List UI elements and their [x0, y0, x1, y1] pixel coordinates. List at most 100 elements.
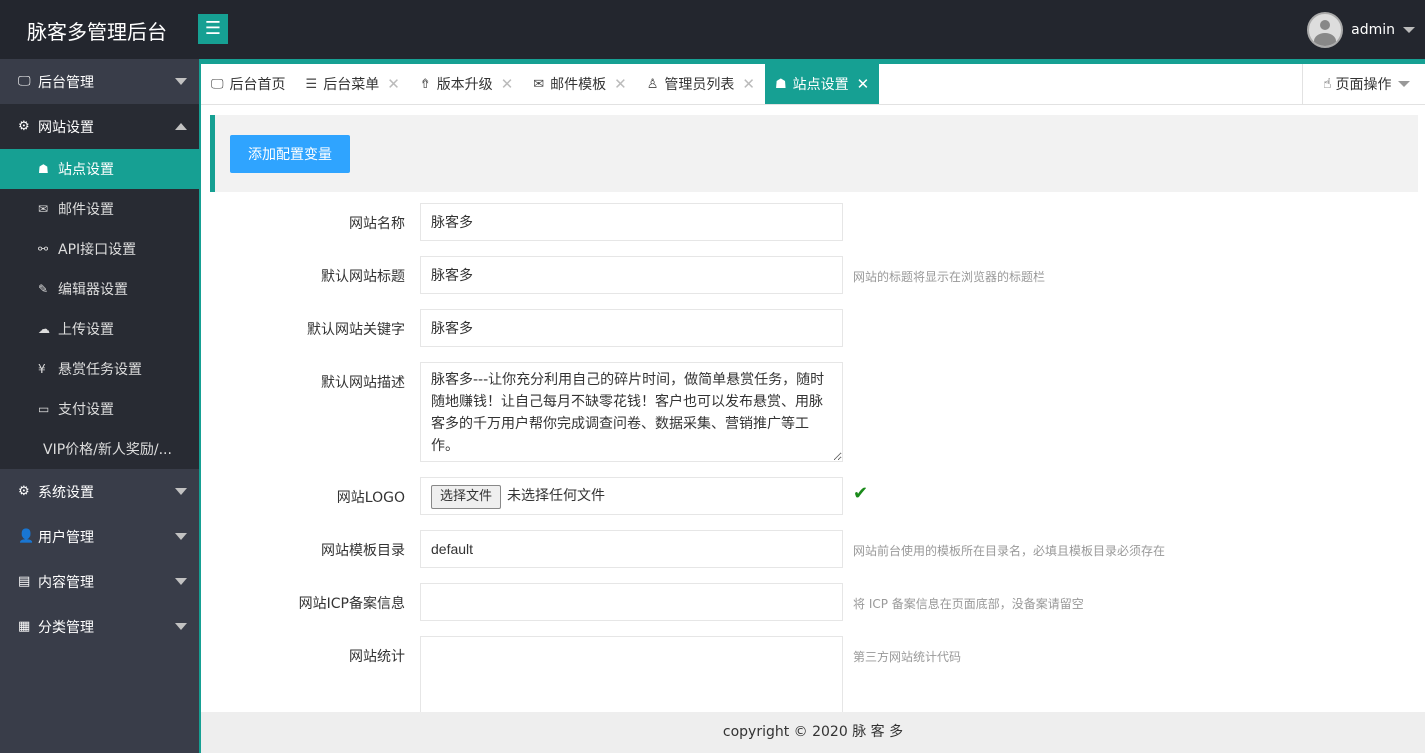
hand-pointer-icon: ☝	[1323, 76, 1332, 92]
sidebar-item-label: 用户管理	[38, 529, 94, 546]
app-title: 脉客多管理后台	[27, 20, 167, 44]
sidebar-item-upload[interactable]: ☁ 上传设置	[0, 309, 199, 349]
caret-up-icon	[175, 123, 187, 130]
tab-admin-list[interactable]: ♙ 管理员列表 ✕	[637, 64, 765, 104]
page-operations-dropdown[interactable]: ☝ 页面操作	[1302, 64, 1425, 104]
keywords-input[interactable]	[420, 309, 843, 347]
icp-input[interactable]	[420, 583, 843, 621]
site-name-input[interactable]	[420, 203, 843, 241]
label: 默认网站描述	[321, 375, 405, 391]
sidebar-item-label: 悬赏任务设置	[58, 362, 142, 378]
sidebar-item-label: API接口设置	[58, 242, 137, 258]
mail-icon: ✉	[533, 76, 545, 92]
label: 网站模板目录	[321, 543, 405, 559]
cloud-upload-icon: ☁	[38, 322, 50, 336]
close-icon[interactable]: ✕	[387, 75, 400, 93]
sidebar-item-label: 系统设置	[38, 484, 94, 501]
user-icon: ♙	[646, 76, 659, 92]
caret-down-icon	[175, 533, 187, 540]
sidebar-item-label: 上传设置	[58, 322, 114, 338]
upload-icon: ⇮	[419, 76, 431, 92]
caret-down-icon	[1397, 81, 1410, 87]
tab-site-settings[interactable]: ☗ 站点设置 ✕	[764, 64, 880, 104]
logo-file-input: 选择文件 未选择任何文件	[420, 477, 843, 515]
hamburger-icon[interactable]: ☰	[198, 14, 228, 44]
list-icon: ☰	[305, 76, 318, 92]
tab-upgrade[interactable]: ⇮ 版本升级 ✕	[410, 64, 523, 104]
hint: 网站前台使用的模板所在目录名，必填且模板目录必须存在	[853, 544, 1166, 558]
tab-label: 邮件模板	[550, 77, 607, 93]
yen-icon: ¥	[38, 362, 46, 376]
monitor-icon: 🖵	[211, 76, 224, 92]
tab-label: 版本升级	[436, 77, 493, 93]
sidebar-item-label: VIP价格/新人奖励/...	[43, 442, 172, 458]
caret-down-icon	[175, 78, 187, 85]
title-input[interactable]	[420, 256, 843, 294]
caret-down-icon	[175, 623, 187, 630]
sidebar-item-users[interactable]: 👤 用户管理	[0, 514, 199, 559]
tab-mail-template[interactable]: ✉ 邮件模板 ✕	[523, 64, 636, 104]
choose-file-button[interactable]: 选择文件	[431, 485, 502, 509]
label: 默认网站关键字	[307, 322, 405, 338]
sidebar-item-mail[interactable]: ✉ 邮件设置	[0, 189, 199, 229]
document-icon: ▤	[18, 574, 31, 589]
user-icon: 👤	[18, 529, 35, 544]
label: 默认网站标题	[321, 269, 405, 285]
footer: copyright © 2020 脉 客 多	[201, 712, 1425, 753]
sidebar-item-label: 编辑器设置	[58, 282, 128, 298]
hint: 将 ICP 备案信息在页面底部，没备案请留空	[853, 597, 1084, 611]
sidebar-item-system[interactable]: ⚙ 系统设置	[0, 469, 199, 514]
sidebar-item-label: 分类管理	[38, 619, 94, 636]
top-header: 脉客多管理后台 ☰ admin	[0, 0, 1425, 59]
sidebar: 🖵 后台管理 ⚙ 网站设置 ☗ 站点设置 ✉ 邮件设置 ⚯ API接口设置 ✎ 编辑器设置 …	[0, 59, 199, 753]
sidebar-item-site-settings[interactable]: ⚙ 网站设置	[0, 104, 199, 149]
tab-bar: 🖵 后台首页 ☰ 后台菜单 ✕ ⇮ 版本升级 ✕ ✉ 邮件模板 ✕ ♙ 管理员列表 ✕ ☗ 站点设置…	[201, 64, 1425, 105]
mail-icon: ✉	[38, 202, 49, 216]
sidebar-item-vip[interactable]: VIP价格/新人奖励/...	[0, 429, 199, 469]
tab-label: 后台首页	[229, 77, 286, 93]
sidebar-item-label: 后台管理	[38, 74, 94, 91]
sidebar-item-label: 站点设置	[58, 162, 114, 178]
file-status: 未选择任何文件	[507, 488, 605, 504]
sidebar-item-site[interactable]: ☗ 站点设置	[0, 149, 199, 189]
toolbar: 添加配置变量	[210, 115, 1418, 192]
tab-home[interactable]: 🖵 后台首页	[201, 64, 296, 104]
close-icon[interactable]: ✕	[614, 75, 627, 93]
monitor-icon: 🖵	[18, 74, 31, 89]
sidebar-item-category[interactable]: ▦ 分类管理	[0, 604, 199, 649]
add-config-variable-button[interactable]: 添加配置变量	[230, 135, 350, 173]
gear-icon: ⚙	[18, 484, 30, 499]
caret-down-icon	[1403, 27, 1415, 33]
wallet-icon: ▭	[38, 402, 50, 416]
hint: 网站的标题将显示在浏览器的标题栏	[853, 270, 1046, 284]
sidebar-item-api[interactable]: ⚯ API接口设置	[0, 229, 199, 269]
caret-down-icon	[175, 488, 187, 495]
page-op-label: 页面操作	[1335, 77, 1392, 93]
edit-icon: ✎	[38, 282, 49, 296]
username: admin	[1351, 22, 1395, 38]
sitemap-icon: ☗	[38, 162, 49, 176]
sidebar-item-editor[interactable]: ✎ 编辑器设置	[0, 269, 199, 309]
tab-menu[interactable]: ☰ 后台菜单 ✕	[296, 64, 410, 104]
sidebar-item-content[interactable]: ▤ 内容管理	[0, 559, 199, 604]
label: 网站ICP备案信息	[298, 596, 405, 612]
hint: 第三方网站统计代码	[853, 650, 962, 664]
sidebar-item-payment[interactable]: ▭ 支付设置	[0, 389, 199, 429]
sidebar-item-backend[interactable]: 🖵 后台管理	[0, 59, 199, 104]
label: 网站LOGO	[336, 490, 405, 506]
sidebar-item-reward-task[interactable]: ¥ 悬赏任务设置	[0, 349, 199, 389]
description-textarea[interactable]: 脉客多---让你充分利用自己的碎片时间，做简单悬赏任务，随时随地赚钱！让自己每月…	[420, 362, 843, 462]
sitemap-icon: ☗	[774, 76, 787, 92]
template-input[interactable]	[420, 530, 843, 568]
submenu: ☗ 站点设置 ✉ 邮件设置 ⚯ API接口设置 ✎ 编辑器设置 ☁ 上传设置 ¥ 悬赏任务设…	[0, 149, 199, 469]
sidebar-item-label: 网站设置	[38, 119, 94, 136]
close-icon[interactable]: ✕	[501, 75, 514, 93]
gears-icon: ⚙	[18, 119, 30, 134]
sidebar-item-label: 邮件设置	[58, 202, 114, 218]
close-icon[interactable]: ✕	[857, 75, 870, 93]
close-icon[interactable]: ✕	[742, 75, 755, 93]
sidebar-item-label: 支付设置	[58, 402, 114, 418]
link-icon: ⚯	[38, 242, 49, 256]
user-menu[interactable]: admin	[1307, 12, 1415, 48]
caret-down-icon	[175, 578, 187, 585]
